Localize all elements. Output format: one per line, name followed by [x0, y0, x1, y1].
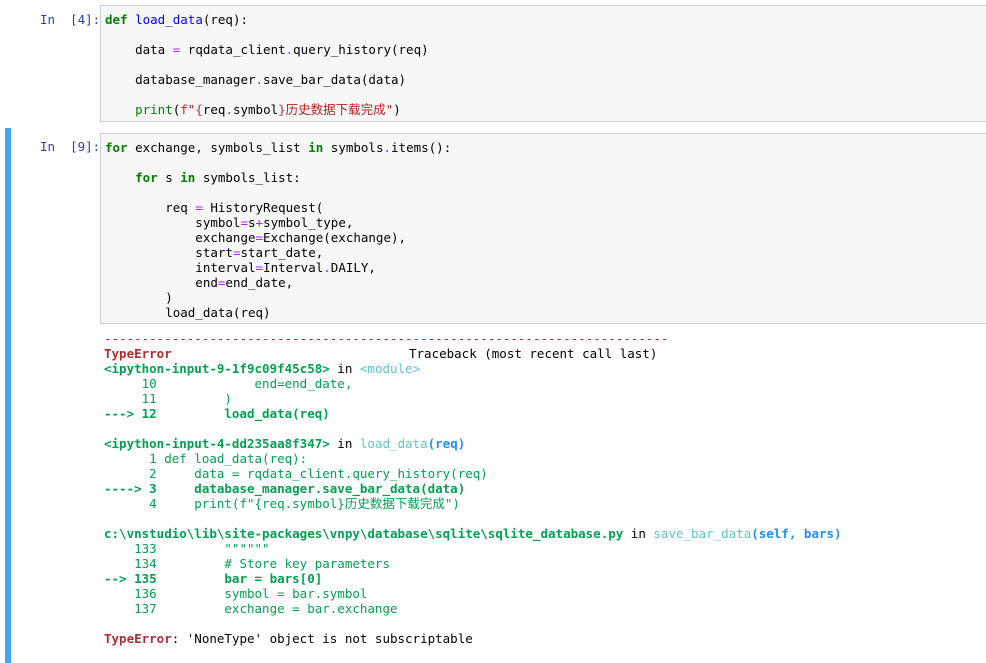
- traceback-line: 4 print(f"{req.symbol}历史数据下载完成"): [104, 496, 460, 511]
- selected-cell-indicator: [5, 128, 11, 663]
- traceback-current-line: ---> 12 load_data(req): [104, 406, 330, 421]
- cell-prompt: In [9]:: [40, 139, 101, 154]
- traceback-line: 2 data = rqdata_client.query_history(req…: [104, 466, 488, 481]
- code-cell-2[interactable]: In [9]: for exchange, symbols_list in sy…: [0, 128, 986, 663]
- traceback-frame-header: c:\vnstudio\lib\site-packages\vnpy\datab…: [104, 526, 842, 541]
- traceback-line: 11 ): [104, 391, 232, 406]
- cell-prompt: In [4]:: [40, 12, 101, 27]
- traceback-line: 134 # Store key parameters: [104, 556, 390, 571]
- traceback-current-line: --> 135 bar = bars[0]: [104, 571, 323, 586]
- code-line: start=start_date,: [105, 245, 324, 260]
- code-line: load_data(req): [105, 305, 271, 320]
- traceback-current-line: ----> 3 database_manager.save_bar_data(d…: [104, 481, 466, 496]
- code-line: data = rqdata_client.query_history(req): [105, 42, 429, 57]
- cell-input-area[interactable]: def load_data(req): data = rqdata_client…: [100, 5, 986, 122]
- code-line: ): [105, 290, 173, 305]
- traceback-frame-header: <ipython-input-4-dd235aa8f347> in load_d…: [104, 436, 466, 451]
- code-line: def load_data(req):: [105, 12, 248, 27]
- traceback-header-right: Traceback (most recent call last): [409, 346, 658, 361]
- code-line: end=end_date,: [105, 275, 294, 290]
- code-line: req = HistoryRequest(: [105, 200, 324, 215]
- traceback-separator: ----------------------------------------…: [104, 331, 669, 346]
- traceback-header: TypeError: [104, 346, 172, 361]
- code-line: print(f"{req.symbol}历史数据下载完成"): [135, 102, 401, 117]
- code-line: for s in symbols_list:: [135, 170, 301, 185]
- code-line: symbol=s+symbol_type,: [105, 215, 354, 230]
- code-line: exchange=Exchange(exchange),: [105, 230, 407, 245]
- code-line: database_manager.save_bar_data(data): [105, 72, 407, 87]
- code-cell-1[interactable]: In [4]: def load_data(req): data = rqdat…: [0, 4, 986, 124]
- error-message: TypeError: 'NoneType' object is not subs…: [104, 631, 473, 646]
- traceback-line: 1 def load_data(req):: [104, 451, 308, 466]
- traceback-line: 10 end=end_date,: [104, 376, 353, 391]
- code-line: for exchange, symbols_list in symbols.it…: [105, 140, 452, 155]
- traceback-line: 133 """""": [104, 541, 270, 556]
- traceback-line: 136 symbol = bar.symbol: [104, 586, 368, 601]
- traceback-line: 137 exchange = bar.exchange: [104, 601, 398, 616]
- cell-input-area[interactable]: for exchange, symbols_list in symbols.it…: [100, 133, 986, 324]
- error-type: TypeError: [104, 346, 172, 361]
- code-line: interval=Interval.DAILY,: [105, 260, 376, 275]
- traceback-frame-header: <ipython-input-9-1f9c09f45c58> in <modul…: [104, 361, 421, 376]
